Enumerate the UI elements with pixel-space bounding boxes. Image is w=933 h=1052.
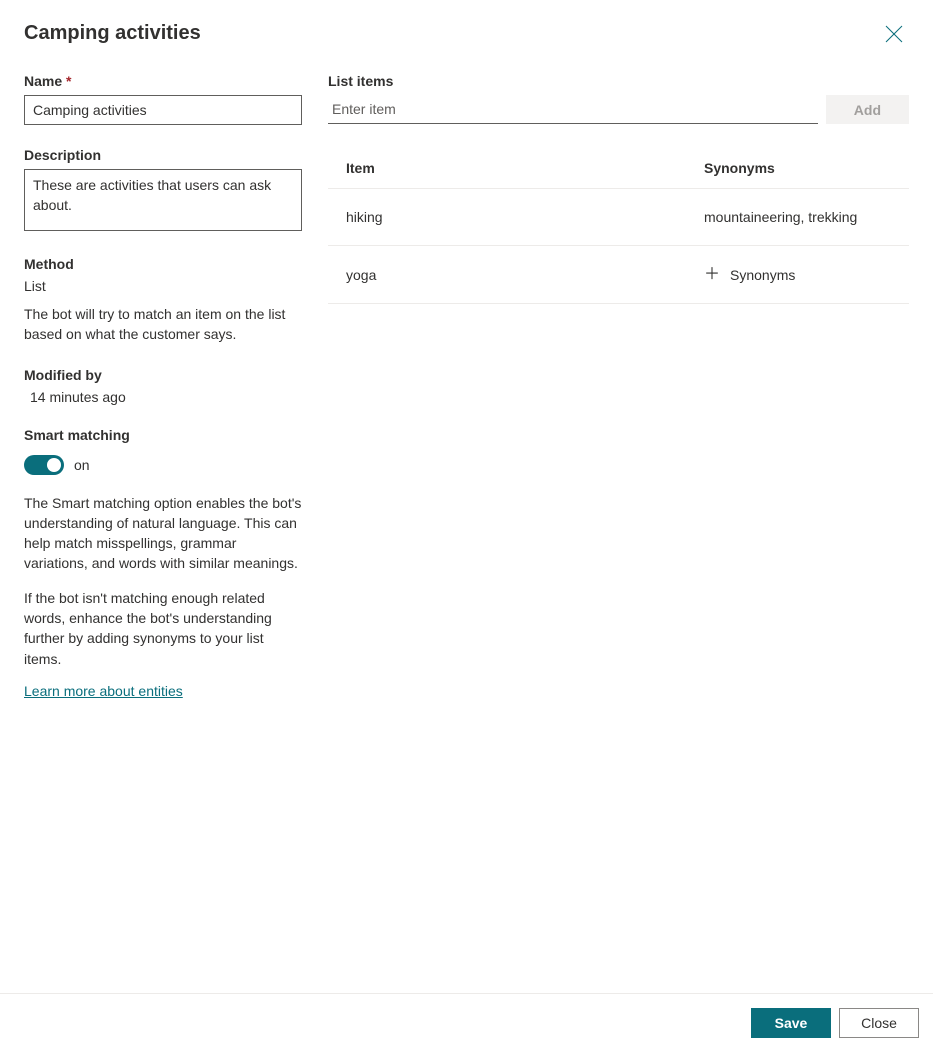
table-row[interactable]: yoga ＋ Synonyms (328, 246, 909, 304)
synonyms-cell: ＋ Synonyms (704, 266, 891, 283)
page-title: Camping activities (24, 22, 201, 45)
required-marker: * (66, 73, 71, 89)
smart-matching-toggle-row: on (24, 455, 302, 475)
add-synonyms-button[interactable]: ＋ Synonyms (704, 267, 795, 283)
learn-more-link[interactable]: Learn more about entities (24, 683, 183, 699)
description-label: Description (24, 147, 302, 163)
name-label: Name * (24, 73, 302, 89)
dialog-content: Name * Description These are activities … (0, 55, 933, 993)
method-help-text: The bot will try to match an item on the… (24, 304, 302, 345)
column-item-header: Item (346, 160, 704, 176)
items-table: Item Synonyms hiking mountaineering, tre… (328, 148, 909, 304)
method-field-group: Method List The bot will try to match an… (24, 256, 302, 345)
table-header: Item Synonyms (328, 148, 909, 189)
table-row[interactable]: hiking mountaineering, trekking (328, 189, 909, 246)
close-icon[interactable] (885, 25, 903, 43)
modified-value: 14 minutes ago (24, 389, 302, 405)
name-label-text: Name (24, 73, 62, 89)
smart-desc-1: The Smart matching option enables the bo… (24, 493, 302, 574)
item-cell: hiking (346, 209, 704, 225)
smart-matching-label: Smart matching (24, 427, 302, 443)
description-textarea[interactable]: These are activities that users can ask … (24, 169, 302, 231)
left-panel: Name * Description These are activities … (24, 73, 302, 993)
toggle-knob (47, 458, 61, 472)
dialog-footer: Save Close (0, 993, 933, 1052)
item-cell: yoga (346, 267, 704, 283)
list-item-input[interactable] (328, 95, 818, 124)
add-button[interactable]: Add (826, 95, 909, 124)
name-field-group: Name * (24, 73, 302, 125)
method-value: List (24, 278, 302, 294)
close-button[interactable]: Close (839, 1008, 919, 1038)
smart-matching-section: Smart matching on The Smart matching opt… (24, 427, 302, 699)
save-button[interactable]: Save (751, 1008, 831, 1038)
name-input[interactable] (24, 95, 302, 125)
modified-field-group: Modified by 14 minutes ago (24, 367, 302, 405)
synonyms-cell: mountaineering, trekking (704, 209, 891, 225)
column-synonyms-header: Synonyms (704, 160, 891, 176)
list-items-label: List items (328, 73, 909, 89)
method-label: Method (24, 256, 302, 272)
smart-matching-state: on (74, 457, 90, 473)
modified-label: Modified by (24, 367, 302, 383)
plus-icon: ＋ (704, 267, 720, 283)
smart-matching-description: The Smart matching option enables the bo… (24, 493, 302, 669)
right-panel: List items Add Item Synonyms hiking moun… (328, 73, 909, 993)
add-synonyms-label: Synonyms (730, 267, 795, 283)
dialog-header: Camping activities (0, 0, 933, 55)
smart-matching-toggle[interactable] (24, 455, 64, 475)
description-field-group: Description These are activities that us… (24, 147, 302, 234)
list-input-row: Add (328, 95, 909, 124)
smart-desc-2: If the bot isn't matching enough related… (24, 588, 302, 669)
